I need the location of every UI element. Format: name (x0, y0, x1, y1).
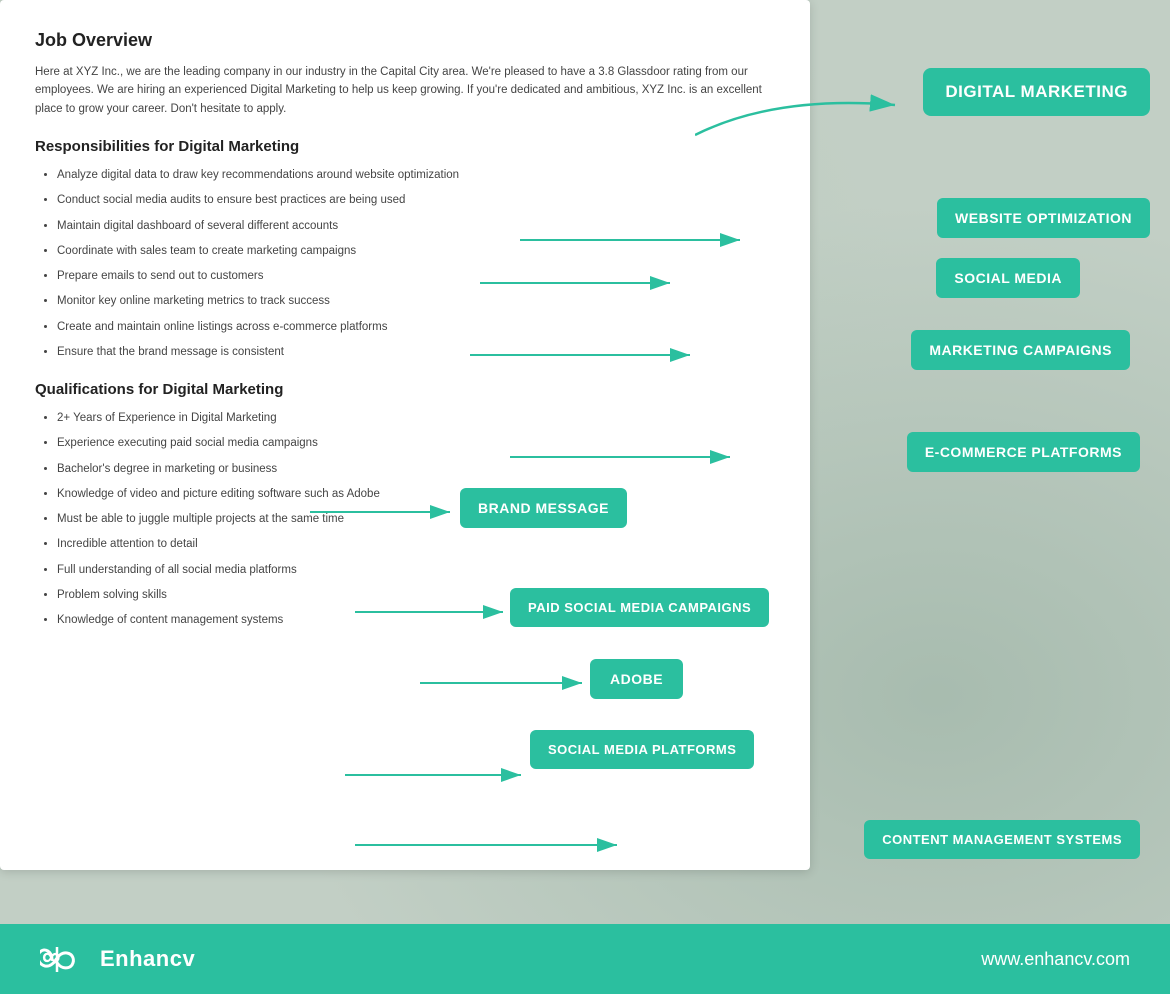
enhancv-logo-icon: ∞ (40, 942, 90, 977)
arrow-smp (345, 760, 550, 790)
arrow-marketing (470, 340, 720, 370)
social-media-platforms-badge: SOCIAL MEDIA PLATFORMS (530, 730, 754, 769)
doc-intro: Here at XYZ Inc., we are the leading com… (35, 63, 775, 118)
list-item: Create and maintain online listings acro… (57, 319, 775, 336)
responsibilities-list: Analyze digital data to draw key recomme… (35, 167, 775, 361)
footer-logo-text: Enhancv (100, 946, 195, 972)
list-item: 2+ Years of Experience in Digital Market… (57, 410, 775, 427)
marketing-campaigns-badge: MARKETING CAMPAIGNS (911, 330, 1130, 370)
qualifications-heading: Qualifications for Digital Marketing (35, 381, 775, 398)
social-media-badge: SOCIAL MEDIA (936, 258, 1080, 298)
arrow-adobe (420, 668, 610, 698)
arrow-ecommerce (510, 442, 760, 472)
doc-title: Job Overview (35, 30, 775, 51)
content-management-badge: CONTENT MANAGEMENT SYSTEMS (864, 820, 1140, 859)
arrow-digital-marketing (695, 75, 915, 155)
list-item: Incredible attention to detail (57, 536, 775, 553)
digital-marketing-badge: DIGITAL MARKETING (923, 68, 1150, 116)
arrow-social-media (480, 268, 700, 298)
arrow-cms (355, 830, 645, 860)
responsibilities-heading: Responsibilities for Digital Marketing (35, 138, 775, 155)
footer-url: www.enhancv.com (981, 949, 1130, 970)
list-item: Full understanding of all social media p… (57, 562, 775, 579)
brand-message-badge: BRAND MESSAGE (460, 488, 627, 528)
list-item: Analyze digital data to draw key recomme… (57, 167, 775, 184)
paid-social-badge: PAID SOCIAL MEDIA CAMPAIGNS (510, 588, 769, 627)
footer-logo: ∞ Enhancv (40, 942, 195, 977)
arrow-brand (310, 497, 475, 527)
logo-svg: ∞ (40, 942, 90, 977)
footer: ∞ Enhancv www.enhancv.com (0, 924, 1170, 994)
list-item: Conduct social media audits to ensure be… (57, 192, 775, 209)
arrow-paid-social (355, 597, 530, 627)
ecommerce-badge: E-COMMERCE PLATFORMS (907, 432, 1140, 472)
website-optimization-badge: WEBSITE OPTIMIZATION (937, 198, 1150, 238)
arrow-website-opt (520, 225, 770, 255)
